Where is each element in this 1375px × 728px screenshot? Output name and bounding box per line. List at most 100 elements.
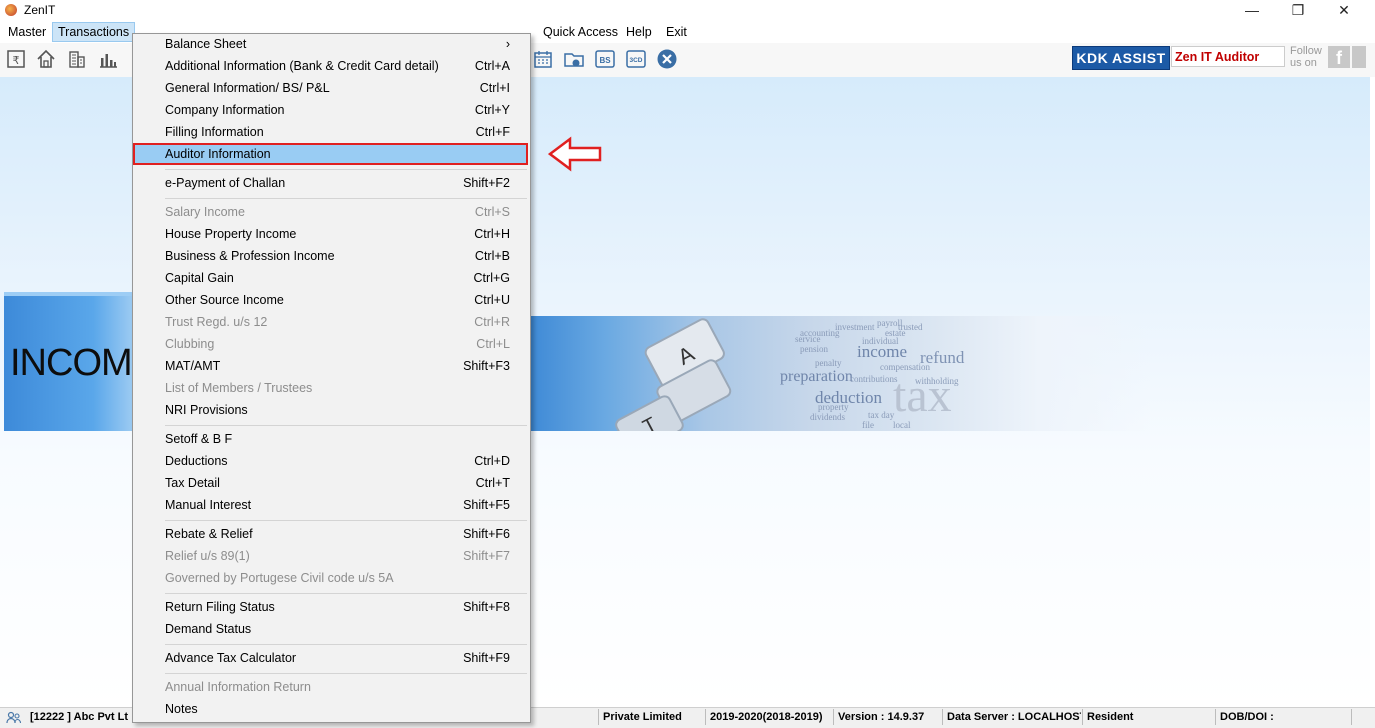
status-dob: DOB/DOI : [1215,709,1350,725]
banner-word: local [893,420,911,430]
menu-item-label: Trust Regd. u/s 12 [165,315,268,329]
menu-item-house-property-income[interactable]: House Property Income Ctrl+H [165,224,510,245]
menu-separator [165,520,527,521]
dropdown-items: Balance Sheet › Additional Information (B… [132,33,531,723]
menu-item-notes[interactable]: Notes [165,699,510,720]
banner-word: service [795,334,821,344]
banner-stripe [4,292,132,296]
menu-item-deductions[interactable]: Deductions Ctrl+D [165,451,510,472]
menu-item-shortcut: Shift+F8 [463,600,510,614]
zen-it-auditor-button[interactable]: Zen IT Auditor [1171,46,1285,67]
menu-item-label: Company Information [165,103,285,117]
banner-word: file [862,420,874,430]
menu-item-additional-information[interactable]: Additional Information (Bank & Credit Ca… [165,56,510,77]
follow-us-label: Follow us on [1290,45,1326,69]
close-circle-icon[interactable] [656,48,678,70]
menu-item-shortcut: Ctrl+A [474,59,510,73]
banner-word: pension [800,344,828,354]
menu-item-capital-gain[interactable]: Capital Gain Ctrl+G [165,268,510,289]
menu-item-label: Filling Information [165,125,264,139]
menu-item-company-information[interactable]: Company Information Ctrl+Y [165,100,510,121]
menu-separator [165,425,527,426]
menu-item-shortcut: Ctrl+L [476,337,510,351]
status-version: Version : 14.9.37 [833,709,941,725]
menu-item-shortcut: Ctrl+H [474,227,510,241]
banner-word: trusted [898,322,923,332]
menu-item-shortcut: Ctrl+Y [474,103,510,117]
callout-arrow-icon [548,136,602,172]
menu-item-other-source-income[interactable]: Other Source Income Ctrl+U [165,290,510,311]
menu-item-advance-tax-calculator[interactable]: Advance Tax Calculator Shift+F9 [165,648,510,669]
menu-item-filling-information[interactable]: Filling Information Ctrl+F [165,122,510,143]
menu-item-manual-interest[interactable]: Manual Interest Shift+F5 [165,495,510,516]
app-logo-icon [5,4,17,16]
social-icon[interactable] [1352,46,1366,68]
submenu-arrow-icon: › [505,37,510,51]
rupee-doc-icon[interactable]: ₹ [5,48,27,70]
users-icon [6,711,22,724]
menu-item-auditor-information[interactable]: Auditor Information [165,144,510,165]
menu-item-general-information[interactable]: General Information/ BS/ P&L Ctrl+I [165,78,510,99]
banner-word: dividends [810,412,845,422]
menu-item-label: Rebate & Relief [165,527,253,541]
menu-item-tax-detail[interactable]: Tax Detail Ctrl+T [165,473,510,494]
menu-separator [165,169,527,170]
menu-item-label: MAT/AMT [165,359,221,373]
kdk-assist-button[interactable]: KDK ASSIST [1072,46,1170,70]
menu-item-mat-amt[interactable]: MAT/AMT Shift+F3 [165,356,510,377]
bs-icon[interactable]: BS [594,48,616,70]
folder-icon[interactable] [563,48,585,70]
bar-chart-icon[interactable] [97,48,119,70]
menu-item-shortcut: Ctrl+B [474,249,510,263]
menu-item-label: Notes [165,702,198,716]
menu-item-list-of-members: List of Members / Trustees [165,378,510,399]
menu-item-label: Other Source Income [165,293,284,307]
status-client: [12222 ] Abc Pvt Lt [30,711,129,723]
menu-item-rebate-relief[interactable]: Rebate & Relief Shift+F6 [165,524,510,545]
menu-transactions[interactable]: Transactions [52,22,136,42]
menu-separator [165,644,527,645]
svg-text:3CD: 3CD [629,57,642,64]
menu-item-balance-sheet[interactable]: Balance Sheet › [165,34,510,55]
menu-item-label: List of Members / Trustees [165,381,313,395]
banner-word: tax day [868,410,895,420]
menu-help[interactable]: Help [621,23,657,41]
follow-line-1: Follow [1290,45,1322,57]
menu-item-label: NRI Provisions [165,403,248,417]
minimize-button[interactable]: — [1229,0,1275,22]
menu-item-shortcut: Ctrl+T [475,476,510,490]
window-title: ZenIT [24,3,56,17]
menu-item-shortcut: Shift+F7 [463,549,510,563]
menu-master[interactable]: Master [3,23,51,41]
facebook-icon[interactable]: f [1328,46,1350,68]
home-icon[interactable] [35,48,57,70]
menu-item-shortcut: Ctrl+G [473,271,510,285]
banner-word: investment [835,322,875,332]
menu-item-label: House Property Income [165,227,297,241]
menu-item-portugese-civil-code: Governed by Portugese Civil code u/s 5A [165,568,510,589]
maximize-button[interactable]: ❐ [1275,0,1321,22]
calendar-icon[interactable] [532,48,554,70]
close-button[interactable]: ✕ [1321,0,1367,22]
building-icon[interactable] [66,48,88,70]
menu-item-setoff-bf[interactable]: Setoff & B F [165,429,510,450]
menu-exit[interactable]: Exit [661,23,692,41]
menu-item-label: Governed by Portugese Civil code u/s 5A [165,571,394,585]
menu-item-label: Manual Interest [165,498,252,512]
menu-item-nri-provisions[interactable]: NRI Provisions [165,400,510,421]
status-extra [1351,709,1371,725]
menu-item-demand-status[interactable]: Demand Status [165,619,510,640]
menu-item-label: General Information/ BS/ P&L [165,81,330,95]
menu-item-label: Deductions [165,454,228,468]
menu-item-e-payment-of-challan[interactable]: e-Payment of Challan Shift+F2 [165,173,510,194]
menu-separator [165,673,527,674]
menu-separator [165,198,527,199]
menu-item-label: Return Filing Status [165,600,275,614]
menu-quick-access[interactable]: Quick Access [538,23,623,41]
menu-item-trust-regd: Trust Regd. u/s 12 Ctrl+R [165,312,510,333]
status-assessment-year: 2019-2020(2018-2019) [705,709,832,725]
menu-item-return-filing-status[interactable]: Return Filing Status Shift+F8 [165,597,510,618]
menu-item-label: Advance Tax Calculator [165,651,297,665]
menu-item-business-profession-income[interactable]: Business & Profession Income Ctrl+B [165,246,510,267]
3cd-icon[interactable]: 3CD [625,48,647,70]
